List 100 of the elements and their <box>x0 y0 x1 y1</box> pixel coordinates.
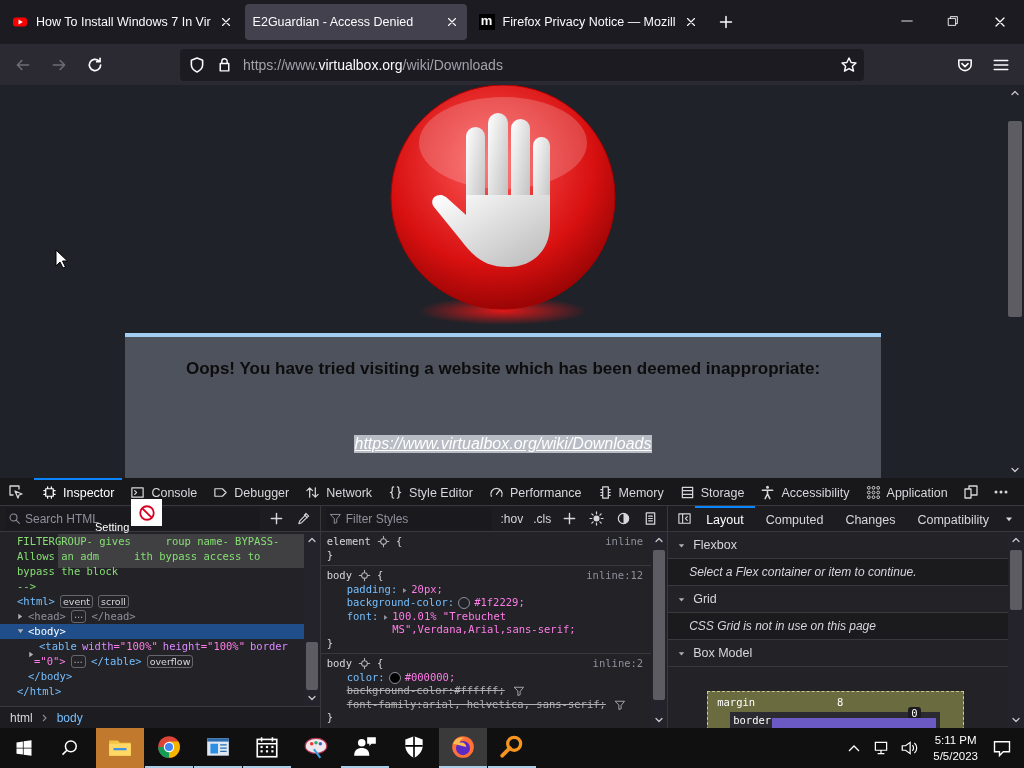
section-header[interactable]: Box Model <box>668 640 1008 667</box>
rule-source-link[interactable]: inline:12 <box>586 569 644 583</box>
star-icon[interactable] <box>840 55 858 74</box>
markup-node-row[interactable]: <table width="100%" height="100%" border ="0"> ⋯ </table> overflow <box>0 639 304 669</box>
highlight-element-icon[interactable] <box>358 657 371 671</box>
scroll-thumb[interactable] <box>305 642 318 690</box>
sidebar-tab[interactable]: Layout <box>695 505 755 532</box>
node-badge[interactable]: scroll <box>98 595 129 608</box>
markup-node-row[interactable]: <head> ⋯ </head> <box>0 609 304 624</box>
css-value[interactable]: #1f2229; <box>474 596 525 610</box>
css-property[interactable]: color: <box>346 670 385 684</box>
scrollbar[interactable] <box>651 532 668 728</box>
tab-title: E2Guardian - Access Denied <box>252 15 415 29</box>
collapsed-triangle-icon[interactable] <box>27 649 36 659</box>
scroll-thumb[interactable] <box>653 550 666 700</box>
scrollbar[interactable] <box>303 532 320 706</box>
scroll-thumb[interactable] <box>1010 550 1022 610</box>
mouse-pointer-icon <box>55 249 68 269</box>
comment-text: roup name- BYPASS- <box>165 534 280 549</box>
css-value[interactable]: 20px; <box>411 582 443 596</box>
color-swatch[interactable] <box>388 671 401 684</box>
brace: { <box>377 657 384 671</box>
devtools-tab[interactable]: Console <box>122 478 206 505</box>
chevron-icon <box>40 712 49 723</box>
add-node-icon[interactable] <box>268 511 284 526</box>
node-badge[interactable]: event <box>59 595 93 608</box>
reload-icon[interactable] <box>86 55 104 74</box>
filter-icon[interactable] <box>512 685 525 697</box>
sidebar-tab[interactable]: Changes <box>834 505 907 532</box>
clock-date[interactable]: 5/5/2023 <box>933 748 978 764</box>
shield-icon[interactable] <box>188 55 206 74</box>
comment-text: Allows an adm <box>17 549 100 564</box>
devtools-tab[interactable]: Accessibility <box>752 478 858 505</box>
markup-node-row[interactable]: <html> event scroll <box>0 594 304 609</box>
rule-source-link[interactable]: inline <box>605 535 644 549</box>
clock-time[interactable]: 5:11 PM <box>934 732 977 748</box>
sidebar-toggle-icon[interactable] <box>677 511 693 526</box>
breadcrumb[interactable]: body <box>56 710 83 725</box>
devtools-tab[interactable]: Storage <box>671 478 753 505</box>
start-icon[interactable] <box>15 739 33 757</box>
brace: } <box>326 711 334 725</box>
css-property[interactable]: background-color: <box>346 684 455 698</box>
browser-tab[interactable]: How To Install Windows 7 In Vir <box>4 4 241 40</box>
restore-icon[interactable] <box>946 14 960 28</box>
margin-value[interactable]: 8 <box>837 696 844 708</box>
css-property[interactable]: padding: <box>346 582 398 596</box>
url-text[interactable]: https://www.virtualbox.org/wiki/Downloads <box>243 56 503 73</box>
taskbar-app[interactable] <box>439 728 487 768</box>
sun-icon[interactable] <box>589 511 605 526</box>
toggle-button[interactable]: :hov <box>498 511 526 526</box>
eyedropper-icon[interactable] <box>295 511 311 526</box>
scrollbar[interactable] <box>1008 532 1024 728</box>
notifications-icon[interactable] <box>992 738 1012 758</box>
border-value[interactable]: 0 <box>908 707 921 719</box>
add-rule-icon[interactable] <box>562 511 578 526</box>
sidebar-tab[interactable]: Computed <box>754 505 835 532</box>
html-tag: </body> <box>28 669 73 684</box>
filter-input[interactable]: Filter Styles <box>345 511 493 526</box>
storage-icon <box>679 485 695 500</box>
highlight-element-icon[interactable] <box>376 535 390 549</box>
css-property[interactable]: background-color: <box>346 596 455 610</box>
devtools-tab[interactable]: Style Editor <box>380 478 481 505</box>
color-swatch[interactable] <box>458 597 471 609</box>
markup-node-row[interactable]: <body> <box>0 624 304 639</box>
collapsed-triangle-icon[interactable] <box>16 612 25 621</box>
search-icon[interactable] <box>60 738 80 758</box>
devtools-tab[interactable]: Debugger <box>205 478 298 505</box>
devtools-tab[interactable]: Application <box>857 478 956 505</box>
css-property[interactable]: font: <box>346 609 379 623</box>
collapsed-content-badge[interactable]: ⋯ <box>70 655 87 668</box>
css-value[interactable]: #ffffff; <box>454 684 505 698</box>
devtools-tab[interactable]: Network <box>297 478 381 505</box>
browser-tab[interactable]: m Firefox Privacy Notice — Mozill <box>470 4 706 40</box>
devtools-tab[interactable]: Memory <box>589 478 672 505</box>
css-value[interactable]: 100.01% "Trebuchet MS",Verdana,Arial,sans-serif; <box>392 609 644 637</box>
address-bar[interactable]: https://www.virtualbox.org/wiki/Downloads <box>180 48 864 81</box>
node-badge[interactable]: overflow <box>146 655 194 668</box>
volume-icon[interactable] <box>900 739 919 757</box>
expanded-triangle-icon[interactable] <box>16 627 25 636</box>
new-tab-icon[interactable] <box>717 14 734 30</box>
rule-source-link[interactable]: inline:2 <box>592 657 644 671</box>
breadcrumb[interactable]: html <box>10 710 33 725</box>
highlight-element-icon[interactable] <box>358 569 371 583</box>
devtools-tab[interactable]: Performance <box>480 478 590 505</box>
toggle-button[interactable]: .cls <box>531 511 554 526</box>
html-tag: <head> <box>28 609 66 624</box>
css-value[interactable]: #000000; <box>404 670 456 684</box>
responsive-design-icon[interactable] <box>962 483 979 500</box>
collapsed-content-badge[interactable]: ⋯ <box>70 610 87 623</box>
css-value[interactable]: arial, helvetica, sans-serif; <box>422 697 606 711</box>
up-down-arrows-icon <box>305 485 321 500</box>
browser-tab[interactable]: E2Guardian - Access Denied <box>244 4 467 40</box>
box-label: margin <box>717 696 756 708</box>
contrast-icon[interactable] <box>616 511 632 526</box>
sidebar-tab[interactable]: Compatibility <box>906 505 1000 532</box>
filter-icon[interactable] <box>613 698 626 711</box>
css-property[interactable]: font-family: <box>346 697 423 711</box>
html-tag: </head> <box>91 609 136 624</box>
scroll-thumb[interactable] <box>1008 121 1022 317</box>
element-picker-icon[interactable] <box>8 483 24 500</box>
